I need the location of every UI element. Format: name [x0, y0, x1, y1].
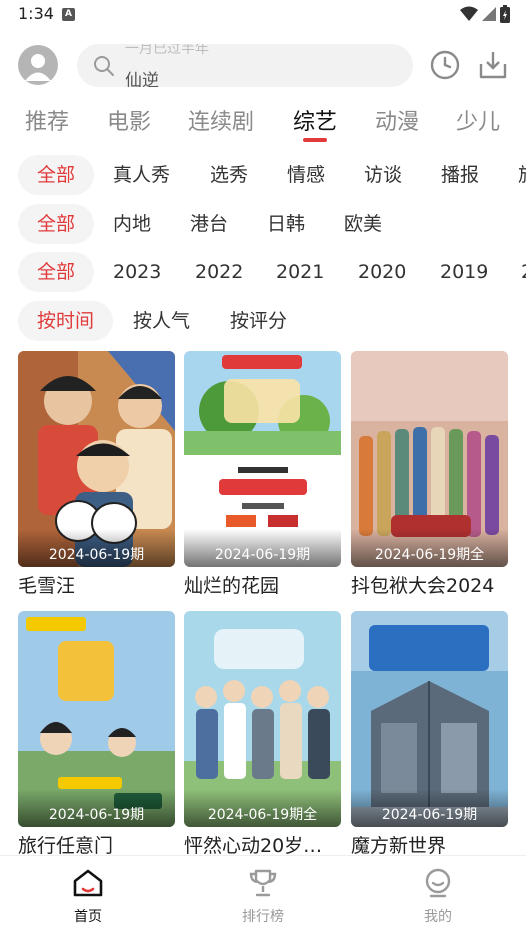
program-title: 抖包袱大会2024 — [351, 575, 495, 597]
program-card[interactable]: 2024-06-19期 毛雪汪 — [18, 351, 175, 598]
history-clock-icon[interactable] — [430, 50, 460, 80]
tab-anime[interactable]: 动漫 — [375, 104, 419, 136]
avatar[interactable] — [18, 45, 58, 85]
program-title: 怦然心动20岁… — [184, 835, 323, 857]
bottom-navigation: 首页 排行榜 我的 — [0, 855, 526, 935]
program-card[interactable]: 2024-06-19期全 抖包袱大会2024 — [351, 351, 508, 598]
sort-filter-row: 按时间 按人气 按评分 — [0, 301, 526, 341]
episode-label: 2024-06-19期 — [48, 547, 145, 563]
year-chip-2019[interactable]: 2019 — [440, 252, 488, 292]
program-card[interactable]: 2024-06-19期 灿烂的花园 — [184, 351, 341, 598]
region-chip-hktw[interactable]: 港台 — [190, 204, 228, 244]
top-bar: 一月已过半年 仙逆 — [0, 40, 526, 96]
tab-recommend[interactable]: 推荐 — [25, 104, 69, 136]
tab-variety[interactable]: 综艺 — [293, 104, 337, 136]
year-chip-2023[interactable]: 2023 — [113, 252, 161, 292]
profile-icon — [425, 868, 451, 898]
program-title: 旅行任意门 — [18, 835, 114, 857]
user-avatar-icon — [25, 54, 51, 81]
region-filter-row: 全部 内地 港台 日韩 欧美 — [0, 204, 526, 244]
region-chip-jpkr[interactable]: 日韩 — [267, 204, 305, 244]
year-chip-all[interactable]: 全部 — [18, 252, 95, 292]
nav-label-home: 首页 — [74, 909, 102, 925]
year-chip-2018[interactable]: 2 — [521, 252, 526, 292]
region-chip-mainland[interactable]: 内地 — [113, 204, 151, 244]
battery-icon — [500, 5, 510, 23]
program-title: 魔方新世界 — [351, 835, 447, 857]
download-icon[interactable] — [479, 50, 507, 80]
category-tabs: 推荐 电影 连续剧 综艺 动漫 少儿 — [0, 100, 526, 148]
wifi-icon — [460, 6, 478, 21]
nav-item-home[interactable]: 首页 — [38, 868, 138, 926]
program-card[interactable]: 2024-06-19期 魔方新世界 — [351, 611, 508, 858]
episode-label: 2024-06-19期全 — [374, 547, 485, 563]
genre-chip-talent[interactable]: 选秀 — [210, 155, 248, 195]
search-scroll-ghost-text: 一月已过半年 — [125, 44, 209, 57]
active-tab-indicator — [303, 138, 327, 142]
year-chip-2020[interactable]: 2020 — [358, 252, 406, 292]
tab-series[interactable]: 连续剧 — [188, 104, 254, 136]
tab-movie[interactable]: 电影 — [107, 104, 151, 136]
genre-chip-all[interactable]: 全部 — [18, 155, 95, 195]
nav-label-profile: 我的 — [424, 909, 452, 925]
status-indicators — [460, 5, 510, 23]
poster-image: 2024-06-19期全 — [184, 611, 341, 827]
tab-kids[interactable]: 少儿 — [456, 104, 500, 136]
nav-label-ranking: 排行榜 — [242, 909, 284, 925]
sort-chip-time[interactable]: 按时间 — [18, 301, 114, 341]
search-query-text: 仙逆 — [125, 71, 159, 87]
program-title: 毛雪汪 — [18, 575, 76, 597]
year-chip-2021[interactable]: 2021 — [276, 252, 324, 292]
poster-image: 2024-06-19期 — [351, 611, 508, 827]
genre-chip-reality[interactable]: 真人秀 — [113, 155, 170, 195]
notification-icon: A — [62, 8, 75, 21]
year-chip-2022[interactable]: 2022 — [195, 252, 243, 292]
region-chip-west[interactable]: 欧美 — [344, 204, 382, 244]
episode-label: 2024-06-19期 — [48, 807, 145, 823]
genre-chip-travel[interactable]: 旅 — [518, 155, 526, 195]
region-chip-all[interactable]: 全部 — [18, 204, 95, 244]
status-time: 1:34 — [18, 4, 54, 23]
episode-label: 2024-06-19期 — [381, 807, 478, 823]
nav-item-profile[interactable]: 我的 — [388, 868, 488, 926]
genre-chip-interview[interactable]: 访谈 — [364, 155, 402, 195]
trophy-icon — [249, 869, 277, 897]
nav-item-ranking[interactable]: 排行榜 — [213, 868, 313, 926]
sort-chip-popularity[interactable]: 按人气 — [133, 301, 190, 341]
search-input[interactable]: 一月已过半年 仙逆 — [77, 44, 413, 87]
program-card[interactable]: 2024-06-19期 旅行任意门 — [18, 611, 175, 858]
program-title: 灿烂的花园 — [184, 575, 280, 597]
year-filter-row: 全部 2023 2022 2021 2020 2019 2 — [0, 252, 526, 292]
search-icon — [94, 56, 114, 76]
signal-icon — [482, 7, 496, 21]
home-icon — [73, 869, 103, 897]
episode-label: 2024-06-19期 — [214, 547, 311, 563]
poster-image: 2024-06-19期 — [184, 351, 341, 567]
poster-image: 2024-06-19期全 — [351, 351, 508, 567]
genre-chip-news[interactable]: 播报 — [441, 155, 479, 195]
poster-image: 2024-06-19期 — [18, 351, 175, 567]
poster-image: 2024-06-19期 — [18, 611, 175, 827]
episode-label: 2024-06-19期全 — [207, 807, 318, 823]
genre-filter-row: 全部 真人秀 选秀 情感 访谈 播报 旅 — [0, 155, 526, 195]
genre-chip-romance[interactable]: 情感 — [287, 155, 325, 195]
status-bar: 1:34 A — [0, 0, 526, 30]
sort-chip-rating[interactable]: 按评分 — [230, 301, 287, 341]
program-card[interactable]: 2024-06-19期全 怦然心动20岁… — [184, 611, 341, 858]
